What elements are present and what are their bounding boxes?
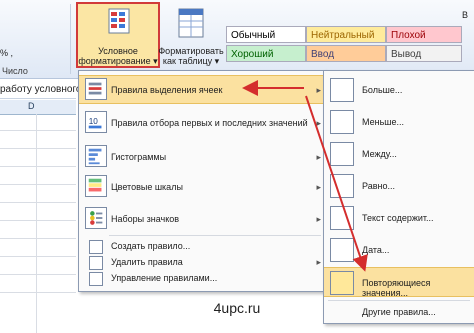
watermark: 4upc.ru — [213, 300, 261, 316]
annotation-arrows — [242, 80, 368, 272]
